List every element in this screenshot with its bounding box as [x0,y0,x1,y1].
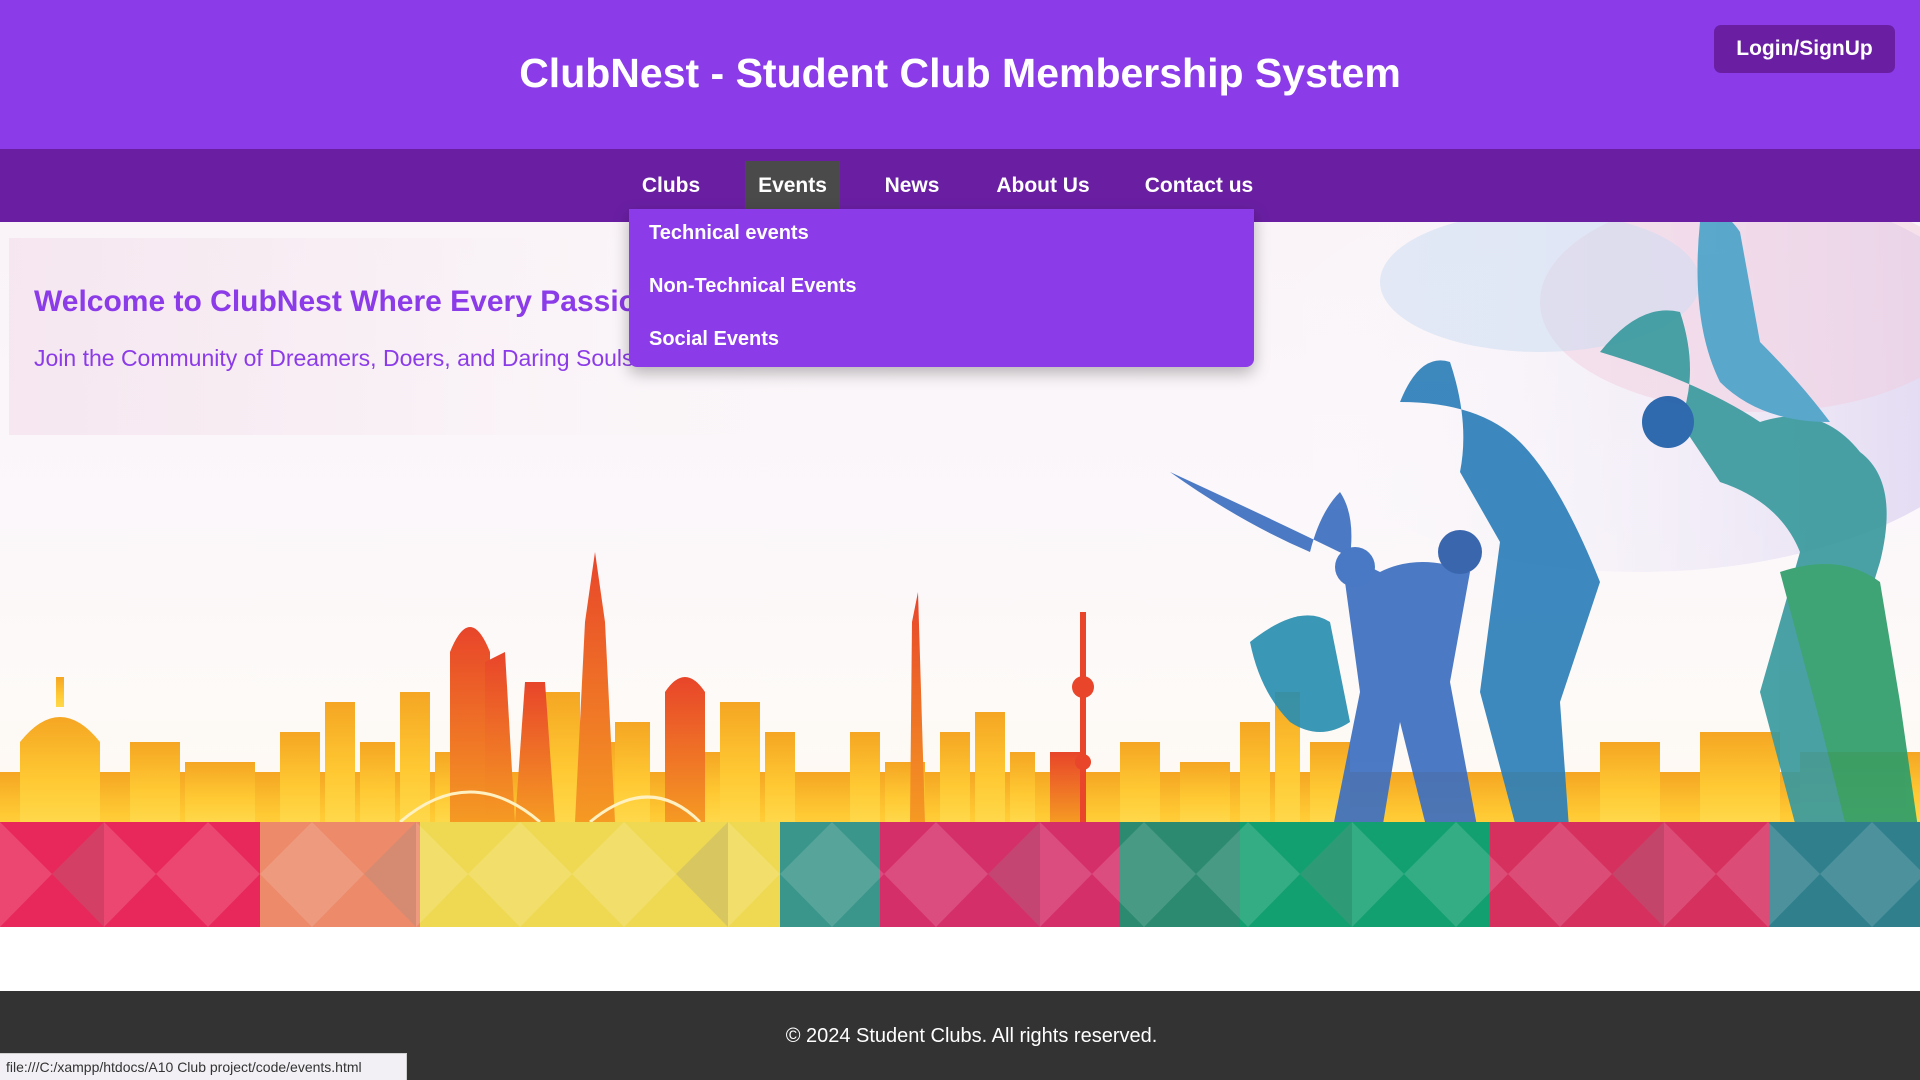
nav-item-about-us[interactable]: About Us [985,161,1101,210]
site-title: ClubNest - Student Club Membership Syste… [519,50,1401,96]
nav-item-news[interactable]: News [871,161,953,210]
dropdown-item-non-technical-events[interactable]: Non-Technical Events [649,275,856,298]
welcome-subheading: Join the Community of Dreamers, Doers, a… [34,345,634,371]
browser-status-bar: file:///C:/xampp/htdocs/A10 Club project… [0,1053,407,1080]
events-dropdown-menu: Technical events Non-Technical Events So… [629,209,1254,367]
nav-item-clubs[interactable]: Clubs [629,161,713,210]
nav-item-contact-us[interactable]: Contact us [1133,161,1265,210]
nav-item-events[interactable]: Events [745,161,840,210]
footer-copyright: © 2024 Student Clubs. All rights reserve… [785,1025,1158,1047]
login-signup-button[interactable]: Login/SignUp [1714,25,1895,73]
dropdown-item-technical-events[interactable]: Technical events [649,222,809,245]
dropdown-item-social-events[interactable]: Social Events [649,328,779,351]
